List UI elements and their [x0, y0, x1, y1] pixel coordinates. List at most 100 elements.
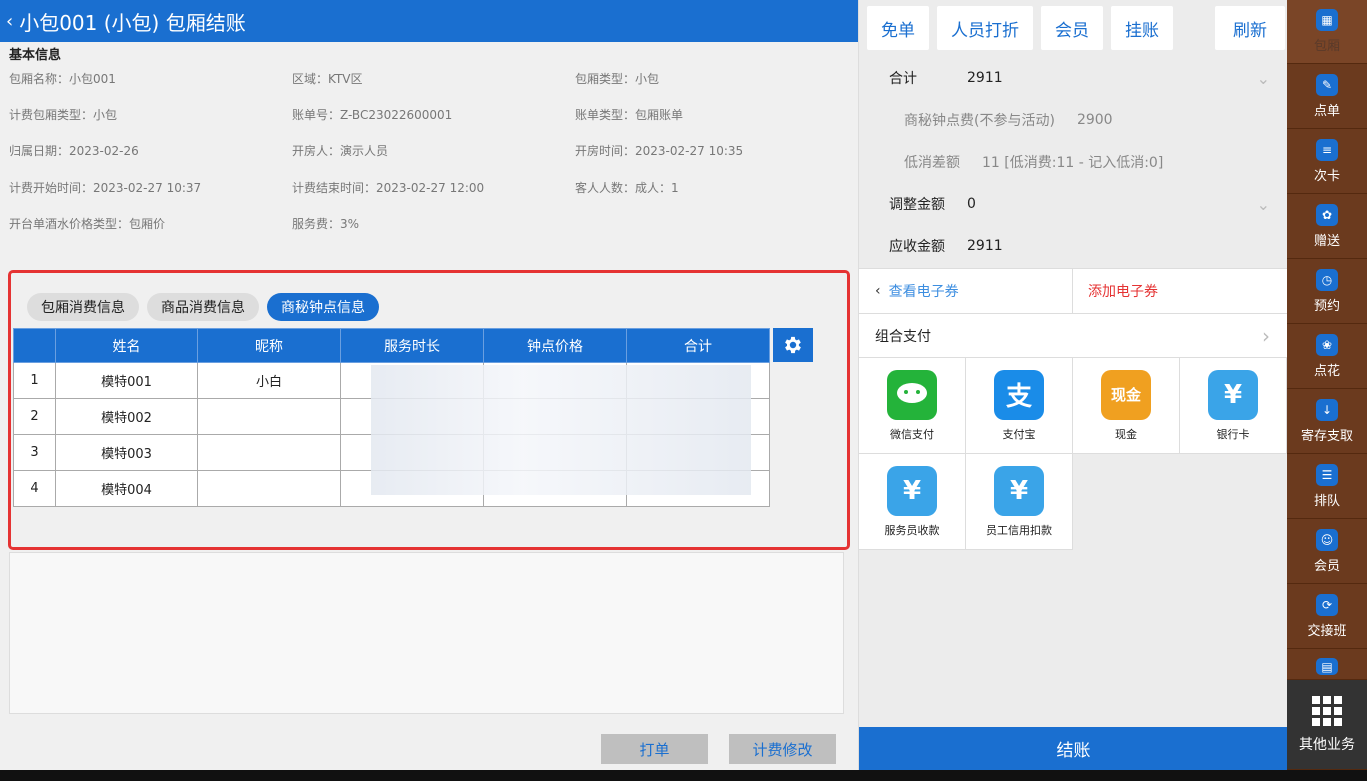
- sidebar-item-label: 预约: [1313, 299, 1340, 314]
- sidebar-item-label: 包厢: [1313, 39, 1340, 54]
- wechat-pay-icon: [887, 369, 937, 420]
- adjust-value: 0: [967, 196, 976, 212]
- chevron-down-icon: ⌄: [1256, 68, 1270, 88]
- row-index: 1: [13, 362, 56, 399]
- sidebar-item-member[interactable]: ☺ 会员: [1287, 520, 1367, 584]
- adjust-amount-row[interactable]: 调整金额 0 ⌄: [859, 183, 1288, 225]
- combo-payment-button[interactable]: 组合支付 ›: [859, 314, 1288, 358]
- billing-modify-button[interactable]: 计费修改: [729, 734, 836, 764]
- row-name: 模特002: [55, 398, 198, 435]
- sidebar-item-label: 赠送: [1313, 234, 1340, 249]
- payment-alipay[interactable]: 支 支付宝: [966, 358, 1073, 454]
- staff-discount-button[interactable]: 人员打折: [937, 6, 1033, 50]
- payment-cash[interactable]: 现金 现金: [1073, 358, 1180, 454]
- free-bill-button[interactable]: 免单: [867, 6, 929, 50]
- adjust-label: 调整金额: [889, 197, 945, 213]
- settlement-panel: 免单 人员打折 会员 挂账 刷新 合计 2911 ⌄ 商秘钟点费(不参与活动) …: [858, 0, 1288, 770]
- secretary-fee-row: 商秘钟点费(不参与活动) 2900: [859, 99, 1288, 141]
- member-icon: ☺: [1316, 529, 1338, 551]
- col-total: 合计: [626, 328, 770, 363]
- sidebar-item-times-card[interactable]: ≡ 次卡: [1287, 130, 1367, 194]
- field-billing-start: 计费开始时间：2023-02-27 10:37: [9, 181, 202, 195]
- min-diff-value: 11 [低消费:11 - 记入低消:0]: [982, 155, 1164, 171]
- sidebar-item-label: 其他业务: [1299, 736, 1355, 753]
- sidebar-item-queue[interactable]: ☰ 排队: [1287, 455, 1367, 519]
- row-name: 模特004: [55, 470, 198, 507]
- secretary-fee-label: 商秘钟点费(不参与活动): [904, 113, 1055, 129]
- field-open-time: 开房时间：2023-02-27 10:35: [575, 144, 744, 158]
- obscured-overlay: [371, 365, 751, 495]
- tab-room-consumption[interactable]: 包厢消费信息: [27, 293, 139, 321]
- sidebar-item-label: 寄存支取: [1300, 429, 1353, 444]
- payment-wechat[interactable]: 微信支付: [859, 358, 966, 454]
- sidebar-item-order[interactable]: ✎ 点单: [1287, 65, 1367, 129]
- sidebar-item-storage[interactable]: ↓ 寄存支取: [1287, 390, 1367, 454]
- field-drink-price-type: 开台单酒水价格类型：包厢价: [9, 217, 166, 231]
- storage-icon: ↓: [1316, 399, 1338, 421]
- secretary-fee-value: 2900: [1076, 112, 1113, 128]
- view-coupon-button[interactable]: ‹ 查看电子券: [859, 269, 1073, 313]
- nav-sidebar: ▦ 包厢 ✎ 点单 ≡ 次卡 ✿ 赠送 ◷ 预约 ❀ 点花 ↓ 寄存支取 ☰ 排…: [1287, 0, 1367, 770]
- staff-credit-icon: ¥: [994, 465, 1044, 516]
- min-diff-label: 低消差额: [904, 155, 960, 171]
- bank-card-icon: ¥: [1208, 369, 1258, 420]
- add-coupon-button[interactable]: 添加电子券: [1073, 269, 1158, 313]
- sidebar-item-label: 点花: [1313, 364, 1340, 379]
- sidebar-item-label: 交接班: [1307, 624, 1347, 639]
- credit-button[interactable]: 挂账: [1111, 6, 1173, 50]
- total-row[interactable]: 合计 2911 ⌄: [859, 57, 1288, 99]
- field-area: 区域：KTV区: [292, 72, 363, 86]
- sidebar-item-shift[interactable]: ⟳ 交接班: [1287, 585, 1367, 649]
- sidebar-item-label: 点单: [1313, 104, 1340, 119]
- table-settings-gear-icon[interactable]: [773, 328, 813, 362]
- payment-waiter-collect[interactable]: ¥ 服务员收款: [859, 454, 966, 550]
- page-header: ‹ 小包001 (小包) 包厢结账: [0, 0, 858, 42]
- cash-icon: 现金: [1101, 369, 1151, 420]
- tab-goods-consumption[interactable]: 商品消费信息: [147, 293, 259, 321]
- tab-secretary-hours[interactable]: 商秘钟点信息: [267, 293, 379, 321]
- waiter-collect-icon: ¥: [887, 465, 937, 516]
- receivable-value: 2911: [967, 238, 1003, 254]
- field-guest-count: 客人人数：成人：1: [575, 181, 679, 195]
- bottom-strip: [0, 770, 1367, 781]
- consumption-tabs: 包厢消费信息 商品消费信息 商秘钟点信息: [27, 293, 379, 321]
- col-hour-price: 钟点价格: [483, 328, 627, 363]
- checkout-button[interactable]: 结账: [859, 727, 1288, 770]
- alipay-icon: 支: [994, 369, 1044, 420]
- member-button[interactable]: 会员: [1041, 6, 1103, 50]
- col-duration: 服务时长: [340, 328, 484, 363]
- back-icon[interactable]: ‹: [6, 11, 13, 32]
- payment-method-grid: 微信支付 支 支付宝 现金 现金 ¥ 银行卡 ¥ 服务员收款 ¥ 员工信用扣款: [859, 358, 1288, 550]
- sidebar-item-gift[interactable]: ✿ 赠送: [1287, 195, 1367, 259]
- row-index: 2: [13, 398, 56, 435]
- col-name: 姓名: [55, 328, 198, 363]
- field-bill-no: 账单号：Z-BC23022600001: [292, 108, 453, 122]
- sidebar-item-flower[interactable]: ❀ 点花: [1287, 325, 1367, 389]
- chevron-right-icon: ›: [1262, 323, 1270, 348]
- left-panel: ‹ 小包001 (小包) 包厢结账 基本信息 包厢名称：小包001 区域：KTV…: [0, 0, 858, 770]
- field-service-fee: 服务费：3%: [292, 217, 360, 231]
- print-button[interactable]: 打单: [601, 734, 708, 764]
- payment-bank-card[interactable]: ¥ 银行卡: [1180, 358, 1287, 454]
- col-index: [13, 328, 56, 363]
- page-title: 小包001 (小包) 包厢结账: [19, 10, 246, 35]
- sidebar-item-reserve[interactable]: ◷ 预约: [1287, 260, 1367, 324]
- view-coupon-label: 查看电子券: [888, 284, 959, 300]
- field-billing-end: 计费结束时间：2023-02-27 12:00: [292, 181, 485, 195]
- col-nickname: 昵称: [197, 328, 341, 363]
- grid-icon: [1312, 695, 1342, 726]
- refresh-button[interactable]: 刷新: [1215, 6, 1285, 50]
- sidebar-item-report[interactable]: ▤: [1287, 650, 1367, 680]
- payment-staff-credit[interactable]: ¥ 员工信用扣款: [966, 454, 1073, 550]
- report-icon: ▤: [1316, 658, 1338, 675]
- payment-label: 银行卡: [1216, 427, 1250, 441]
- sidebar-item-other[interactable]: 其他业务: [1287, 680, 1367, 770]
- row-nickname: 小白: [197, 362, 341, 399]
- row-nickname: [197, 470, 341, 507]
- payment-label: 服务员收款: [884, 523, 940, 537]
- combo-payment-label: 组合支付: [875, 328, 931, 345]
- times-card-icon: ≡: [1316, 139, 1338, 161]
- action-toolbar: 免单 人员打折 会员 挂账 刷新: [859, 0, 1288, 56]
- row-name: 模特001: [55, 362, 198, 399]
- sidebar-item-room[interactable]: ▦ 包厢: [1287, 0, 1367, 64]
